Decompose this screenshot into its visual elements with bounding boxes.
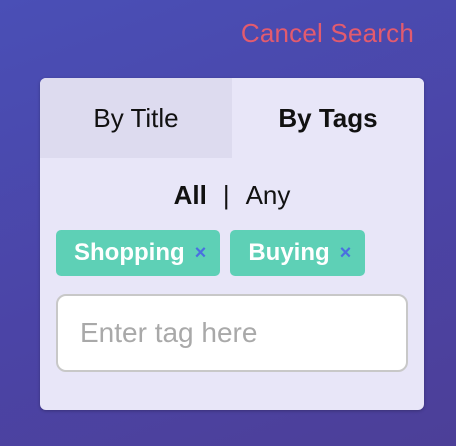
remove-tag-icon[interactable]: × [195, 243, 207, 263]
match-mode-selector: All | Any [40, 160, 424, 230]
cancel-search-link[interactable]: Cancel Search [241, 18, 414, 49]
match-any-option[interactable]: Any [246, 180, 291, 211]
tab-by-title[interactable]: By Title [40, 78, 232, 158]
remove-tag-icon[interactable]: × [340, 243, 352, 263]
tag-chip-label: Shopping [74, 239, 185, 266]
tag-input[interactable] [56, 294, 408, 372]
tab-by-tags[interactable]: By Tags [232, 78, 424, 158]
search-mode-tabs: By Title By Tags [40, 78, 424, 158]
tag-chip-label: Buying [248, 239, 330, 266]
tag-chip-list: Shopping × Buying × [40, 230, 424, 276]
search-panel: By Title By Tags All | Any Shopping × Bu… [40, 78, 424, 410]
match-mode-separator: | [222, 179, 230, 210]
match-all-option[interactable]: All [174, 180, 207, 211]
tag-chip[interactable]: Buying × [230, 230, 366, 276]
tag-chip[interactable]: Shopping × [56, 230, 221, 276]
